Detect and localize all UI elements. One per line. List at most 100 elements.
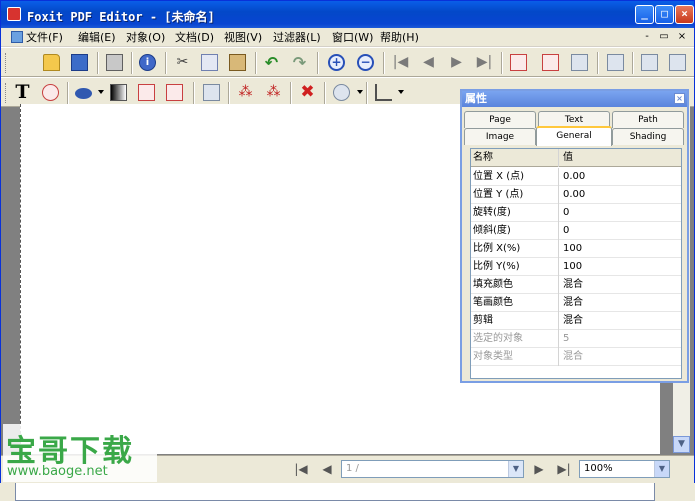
property-value[interactable]: 混合 [563, 276, 583, 294]
toolbar-separator [597, 52, 599, 74]
property-value[interactable]: 0.00 [563, 168, 585, 186]
property-row[interactable]: 填充颜色 混合 [471, 276, 681, 294]
status-first-page-button[interactable]: |◀ [293, 461, 309, 477]
mdi-minimize-button[interactable]: - [640, 30, 654, 44]
property-name: 倾斜(度) [473, 222, 559, 240]
color-pick-icon[interactable] [42, 84, 59, 101]
tab-page[interactable]: Page [464, 111, 536, 128]
redo-icon[interactable]: ↷ [291, 54, 308, 71]
toolbar-separator [67, 82, 69, 104]
first-page-icon[interactable]: |◀ [392, 54, 409, 71]
zoom-select[interactable]: 100% ▼ [579, 460, 670, 478]
status-next-page-button[interactable]: ▶ [531, 461, 547, 477]
save-disk-icon[interactable] [71, 54, 88, 71]
tab-general[interactable]: General [536, 126, 612, 146]
gradient-icon[interactable] [110, 84, 127, 101]
page-props-icon[interactable] [510, 54, 527, 71]
chevron-down-icon[interactable] [98, 90, 104, 94]
restore-button[interactable]: □ [655, 5, 674, 24]
menu-window[interactable]: 窗口(W) [330, 30, 375, 46]
zoom-out-icon[interactable]: − [357, 54, 374, 71]
toolbar-grip[interactable] [5, 83, 8, 103]
edit-object-icon[interactable] [138, 84, 155, 101]
property-value[interactable]: 0.00 [563, 186, 585, 204]
column-name-header[interactable]: 名称 [473, 149, 559, 167]
property-value[interactable]: 100 [563, 258, 582, 276]
tab-shading[interactable]: Shading [612, 128, 684, 145]
chevron-down-icon[interactable] [398, 90, 404, 94]
toolbar-separator [632, 52, 634, 74]
delete-page-icon[interactable] [571, 54, 588, 71]
column-value-header[interactable]: 值 [563, 149, 573, 167]
info-icon[interactable]: i [139, 54, 156, 71]
delete-object-icon[interactable]: ✖ [299, 84, 316, 101]
status-prev-page-button[interactable]: ◀ [319, 461, 335, 477]
chevron-down-icon[interactable]: ▼ [654, 461, 669, 477]
title-bar[interactable]: Foxit PDF Editor - [未命名] _ □ × [1, 1, 694, 28]
menu-document[interactable]: 文档(D) [173, 30, 216, 46]
property-row[interactable]: 旋转(度) 0 [471, 204, 681, 222]
insert-page-icon[interactable] [542, 54, 559, 71]
property-value[interactable]: 100 [563, 240, 582, 258]
chevron-down-icon[interactable]: ▼ [508, 461, 523, 477]
minimize-button[interactable]: _ [635, 5, 654, 24]
last-page-icon[interactable]: ▶| [476, 54, 493, 71]
edit-image-icon[interactable] [166, 84, 183, 101]
select-all-icon[interactable] [203, 84, 220, 101]
properties-close-button[interactable]: × [674, 93, 685, 104]
menu-object[interactable]: 对象(O) [124, 30, 167, 46]
zoom-in-icon[interactable]: + [328, 54, 345, 71]
paste-icon[interactable] [229, 54, 246, 71]
toolbar-separator [317, 52, 319, 74]
mdi-close-button[interactable]: × [675, 30, 689, 44]
scroll-down-button[interactable]: ▼ [673, 436, 690, 453]
open-folder-icon[interactable] [43, 54, 60, 71]
columns-icon[interactable] [669, 54, 686, 71]
property-value[interactable]: 0 [563, 204, 569, 222]
property-row[interactable]: 比例 X(%) 100 [471, 240, 681, 258]
tab-path[interactable]: Path [612, 111, 684, 128]
close-button[interactable]: × [675, 5, 694, 24]
property-row[interactable]: 位置 X (点) 0.00 [471, 168, 681, 186]
menu-filter[interactable]: 过滤器(L) [271, 30, 323, 46]
property-value[interactable]: 混合 [563, 312, 583, 330]
keyboard-icon[interactable] [607, 54, 624, 71]
tab-image[interactable]: Image [464, 128, 536, 145]
property-value[interactable]: 0 [563, 222, 569, 240]
menu-view[interactable]: 视图(V) [222, 30, 264, 46]
property-row[interactable]: 倾斜(度) 0 [471, 222, 681, 240]
toolbar-separator [383, 52, 385, 74]
text-edit-icon[interactable] [641, 54, 658, 71]
align-icon[interactable] [375, 84, 392, 101]
window-title: Foxit PDF Editor - [未命名] [27, 10, 215, 24]
ungroup-icon[interactable]: ⁂ [265, 84, 282, 101]
add-text-icon[interactable]: T [14, 83, 31, 102]
toolbar-separator [193, 82, 195, 104]
page-number-field[interactable]: 1 / ▼ [341, 460, 524, 478]
mdi-restore-button[interactable]: ▭ [657, 30, 671, 44]
prev-page-icon[interactable]: ◀ [420, 54, 437, 71]
property-row[interactable]: 笔画颜色 混合 [471, 294, 681, 312]
arrange-icon[interactable] [333, 84, 350, 101]
property-row[interactable]: 剪辑 混合 [471, 312, 681, 330]
properties-panel-header[interactable]: 属性 × [462, 91, 687, 107]
property-row[interactable]: 比例 Y(%) 100 [471, 258, 681, 276]
next-page-icon[interactable]: ▶ [448, 54, 465, 71]
printer-icon[interactable] [106, 54, 123, 71]
menu-help[interactable]: 帮助(H) [378, 30, 421, 46]
copy-icon[interactable] [201, 54, 218, 71]
chevron-down-icon[interactable] [357, 90, 363, 94]
cut-icon[interactable]: ✂ [174, 54, 191, 71]
shape-ellipse-icon[interactable] [75, 88, 92, 99]
toolbar-grip[interactable] [5, 53, 8, 73]
menu-edit[interactable]: 编辑(E) [76, 30, 118, 46]
property-row: 选定的对象 5 [471, 330, 681, 348]
undo-icon[interactable]: ↶ [263, 54, 280, 71]
menu-file[interactable]: 文件(F) [9, 30, 65, 46]
foxit-app-icon[interactable] [7, 7, 21, 21]
property-name: 比例 Y(%) [473, 258, 559, 276]
group-icon[interactable]: ⁂ [237, 84, 254, 101]
status-last-page-button[interactable]: ▶| [556, 461, 572, 477]
property-value[interactable]: 混合 [563, 294, 583, 312]
property-row[interactable]: 位置 Y (点) 0.00 [471, 186, 681, 204]
